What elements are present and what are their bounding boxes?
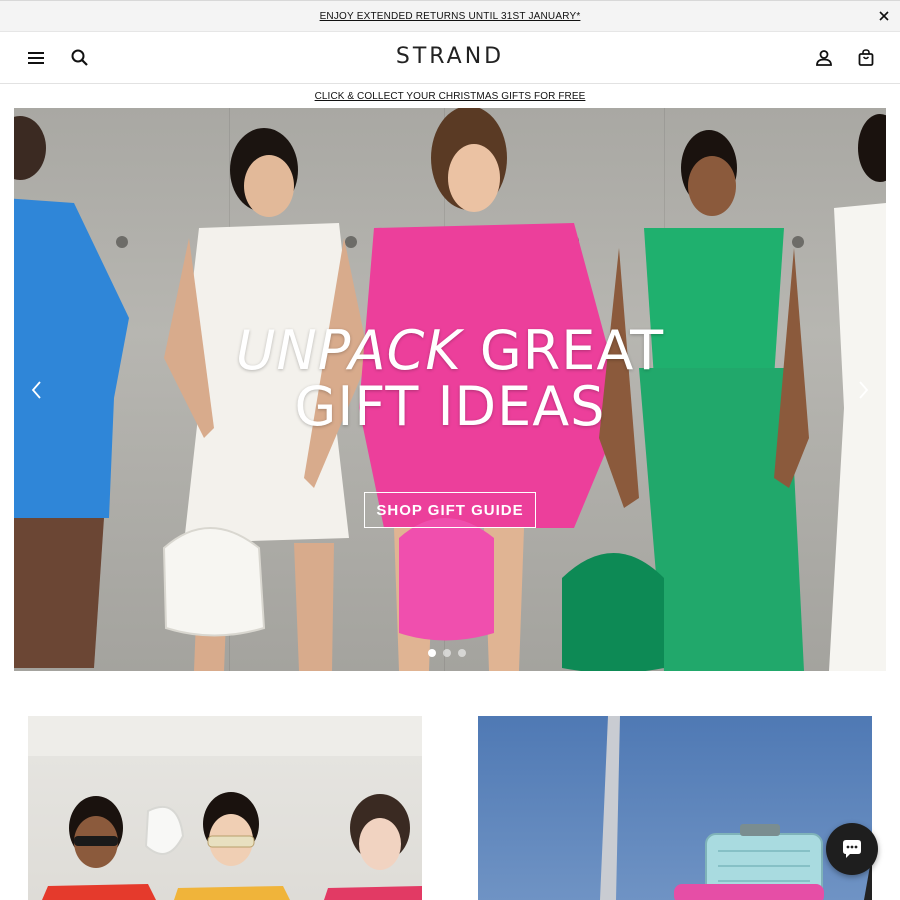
chat-widget-button[interactable] [826, 823, 878, 875]
hero-banner[interactable]: UNPACK GREAT GIFT IDEAS SHOP GIFT GUIDE [14, 108, 886, 671]
carousel-dots [428, 649, 466, 657]
account-icon[interactable] [813, 47, 835, 69]
carousel-dot[interactable] [443, 649, 451, 657]
site-logo[interactable]: STRAND [0, 44, 900, 69]
chevron-left-icon[interactable] [28, 378, 46, 402]
close-icon[interactable] [877, 9, 891, 23]
chevron-right-icon[interactable] [854, 378, 872, 402]
site-header: STRAND [0, 32, 900, 84]
carousel-dot[interactable] [458, 649, 466, 657]
chat-bubble-icon [843, 840, 861, 858]
tile-models-illustration [28, 716, 422, 900]
hero-title-line2: GIFT IDEAS [294, 375, 606, 438]
promo-link[interactable]: CLICK & COLLECT YOUR CHRISTMAS GIFTS FOR… [315, 91, 586, 102]
hero-title-line1: GREAT [461, 319, 665, 382]
hero-title: UNPACK GREAT GIFT IDEAS [14, 323, 886, 435]
announcement-link[interactable]: ENJOY EXTENDED RETURNS UNTIL 31ST JANUAR… [320, 11, 581, 22]
hero-title-italic: UNPACK [235, 319, 462, 382]
announcement-bar: ENJOY EXTENDED RETURNS UNTIL 31ST JANUAR… [0, 0, 900, 32]
shop-gift-guide-button[interactable]: SHOP GIFT GUIDE [364, 492, 536, 528]
tile-luggage-illustration [600, 716, 872, 900]
promo-strip: CLICK & COLLECT YOUR CHRISTMAS GIFTS FOR… [0, 84, 900, 108]
promo-tile-luggage[interactable] [478, 716, 872, 900]
carousel-dot[interactable] [428, 649, 436, 657]
promo-tile-blazers[interactable] [28, 716, 422, 900]
bag-icon[interactable] [855, 47, 877, 69]
